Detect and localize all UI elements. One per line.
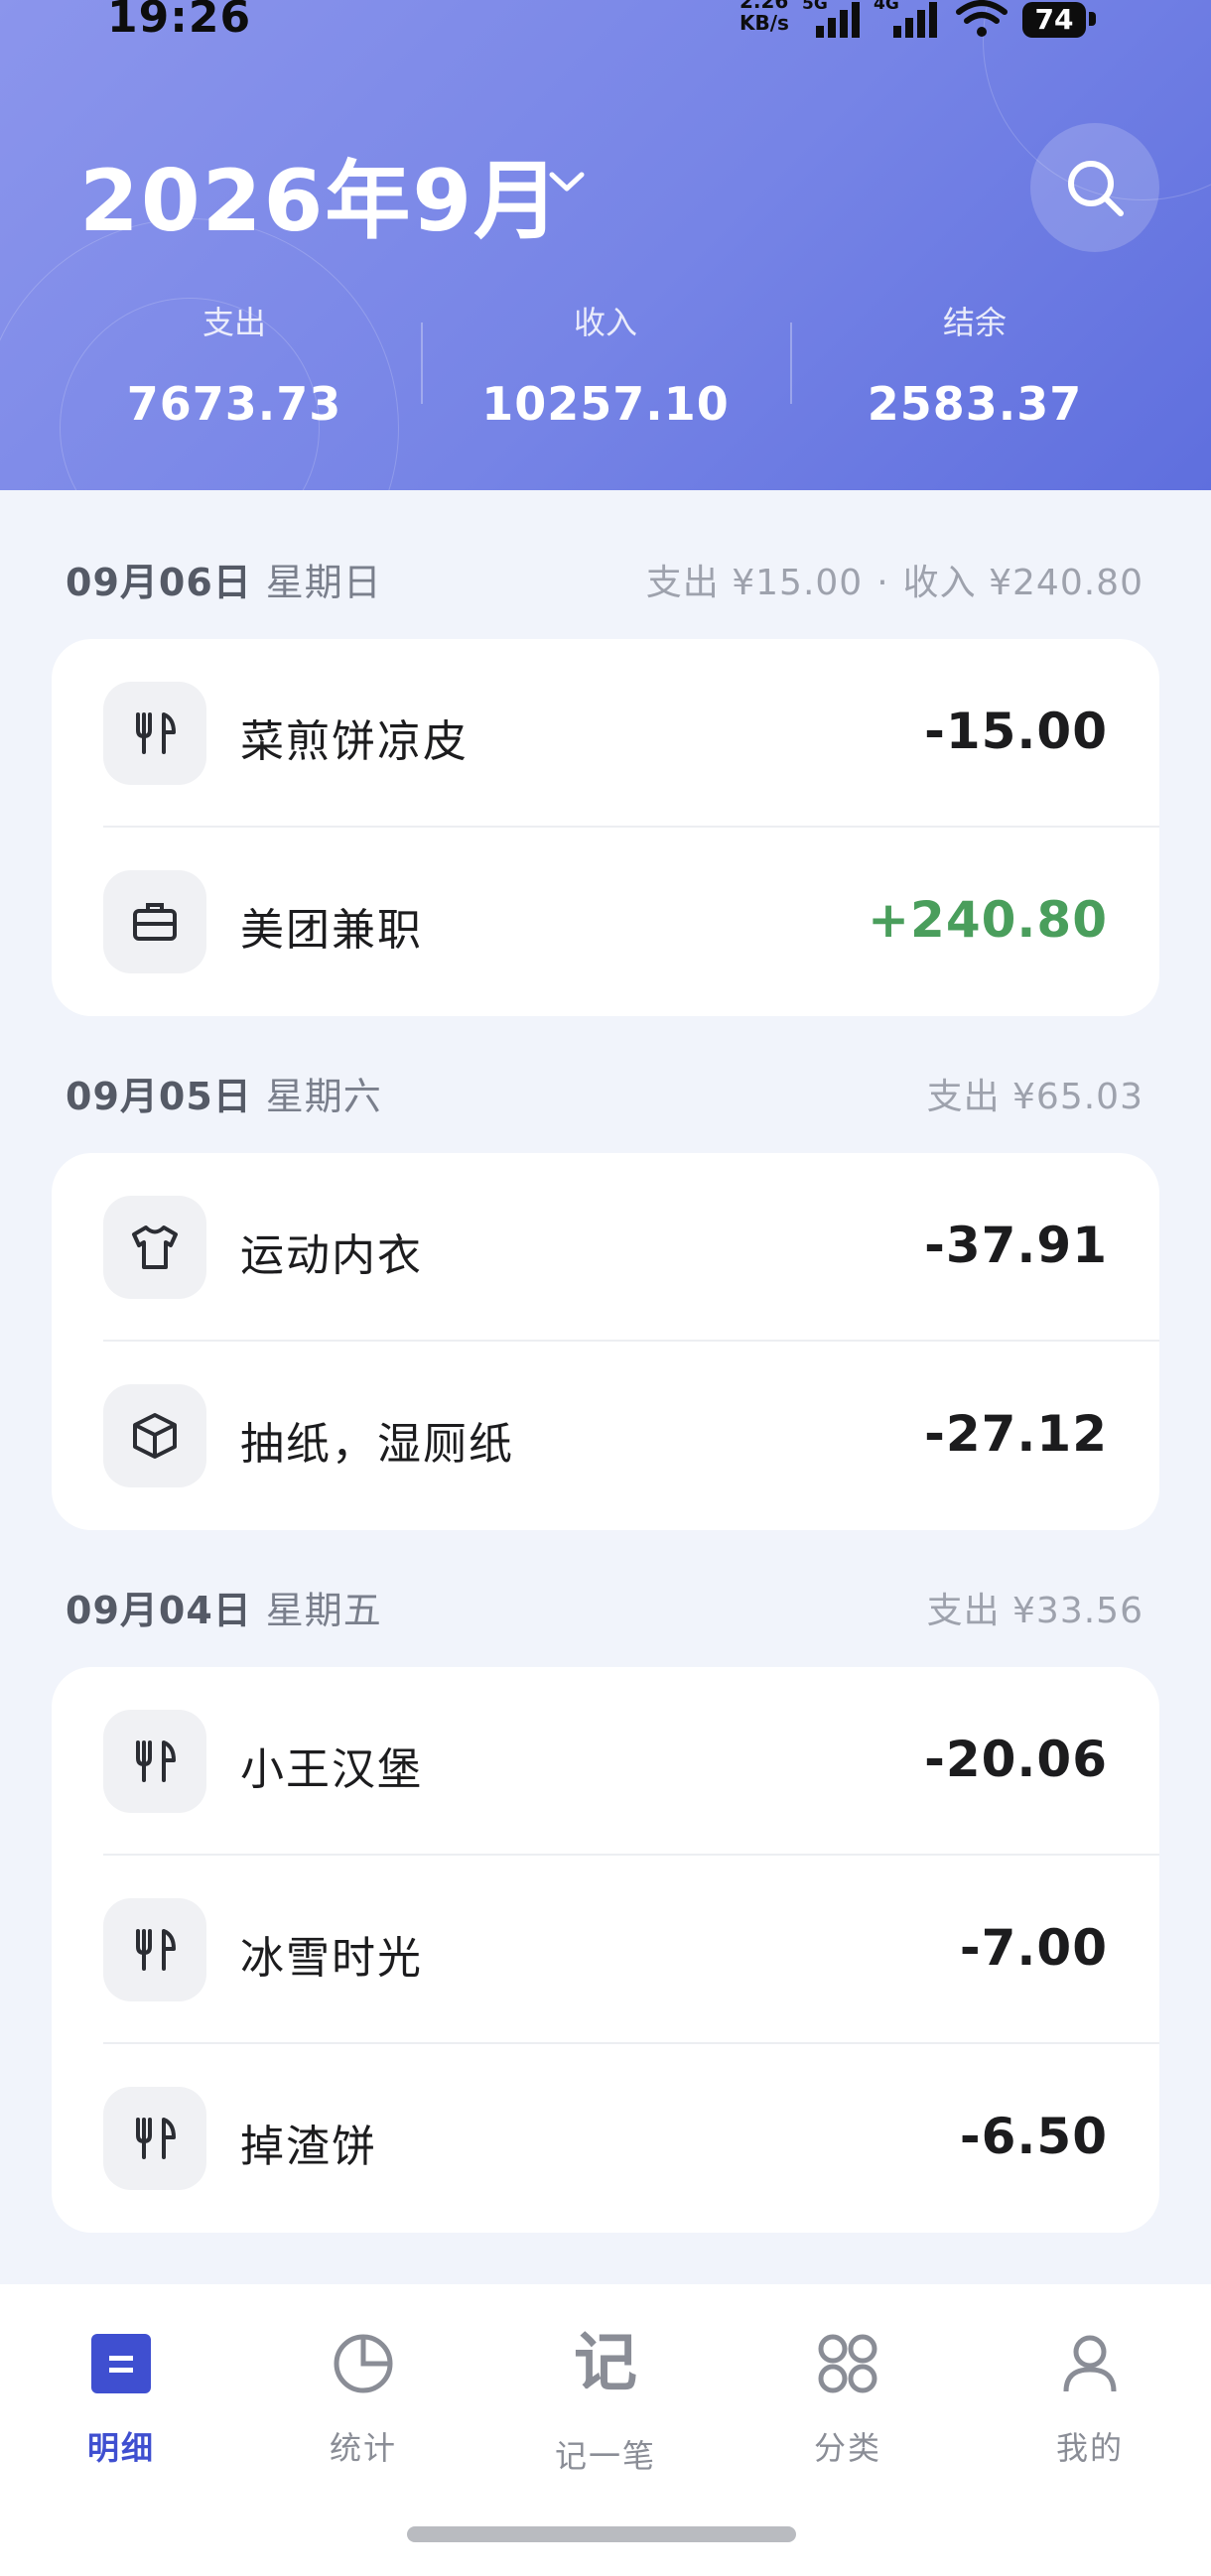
battery-level: 74 <box>1022 2 1086 38</box>
day-header: 09月06日 星期日 支出 ¥15.00 · 收入 ¥240.80 <box>66 552 1144 611</box>
transaction-amount: -20.06 <box>924 1731 1108 1788</box>
transaction-row[interactable]: 菜煎饼凉皮 -15.00 <box>52 639 1159 828</box>
network-speed-unit: KB/s <box>740 11 789 35</box>
tab-label: 分类 <box>813 2429 881 2467</box>
totals-separator: · <box>876 563 889 603</box>
day-header: 09月04日 星期五 支出 ¥33.56 <box>66 1580 1144 1639</box>
transaction-amount: -7.00 <box>959 1919 1108 1977</box>
day-card: 运动内衣 -37.91 抽纸，湿厕纸 -27.12 <box>52 1153 1159 1530</box>
day-date: 09月06日 <box>66 561 252 604</box>
network-speed: 2.26 KB/s <box>740 0 799 34</box>
expense-label: 支出 <box>202 304 266 341</box>
day-date: 09月04日 <box>66 1589 252 1632</box>
search-button[interactable] <box>1030 123 1159 252</box>
tab-label: 记一笔 <box>554 2437 656 2475</box>
tab-profile[interactable]: 我的 <box>991 2324 1189 2483</box>
transaction-name: 掉渣饼 <box>240 2122 377 2172</box>
tab-label: 统计 <box>329 2429 397 2467</box>
tab-statistics[interactable]: 统计 <box>264 2324 463 2483</box>
battery-icon <box>1089 12 1096 26</box>
chevron-down-icon[interactable] <box>544 167 590 196</box>
transaction-amount: -6.50 <box>959 2108 1108 2165</box>
signal-icon <box>893 2 937 38</box>
day-income-total: 收入 ¥240.80 <box>902 563 1144 603</box>
transaction-amount: -27.12 <box>924 1405 1108 1463</box>
expense-summary: 支出 7673.73 <box>85 298 383 431</box>
transaction-name: 运动内衣 <box>240 1230 423 1281</box>
transaction-row[interactable]: 抽纸，湿厕纸 -27.12 <box>52 1342 1159 1530</box>
transaction-amount: -15.00 <box>924 703 1108 760</box>
day-card: 小王汉堡 -20.06 冰雪时光 -7.00 掉渣饼 -6.50 <box>52 1667 1159 2233</box>
day-expense-total: 支出 ¥15.00 <box>645 563 864 603</box>
transaction-row[interactable]: 美团兼职 +240.80 <box>52 828 1159 1016</box>
transaction-name: 美团兼职 <box>240 905 423 956</box>
signal-icon <box>816 2 860 38</box>
transaction-row[interactable]: 小王汉堡 -20.06 <box>52 1667 1159 1856</box>
day-weekday: 星期六 <box>265 1075 382 1118</box>
day-date: 09月05日 <box>66 1075 252 1118</box>
grid-icon <box>818 2334 877 2393</box>
month-summary-header: 19:26 2.26 KB/s 5G 4G 74 2026年9月 支出 7673… <box>0 0 1211 490</box>
shirt-icon <box>132 1225 178 1269</box>
person-icon <box>1063 2335 1117 2392</box>
tab-label: 我的 <box>1055 2429 1124 2467</box>
month-selector[interactable]: 2026年9月 <box>79 131 561 255</box>
tab-record[interactable]: 记 记一笔 <box>506 2324 705 2483</box>
day-header: 09月05日 星期六 支出 ¥65.03 <box>66 1066 1144 1125</box>
income-summary: 收入 10257.10 <box>457 298 754 431</box>
record-icon: 记 <box>574 2327 637 2400</box>
transaction-row[interactable]: 运动内衣 -37.91 <box>52 1153 1159 1342</box>
transaction-amount: -37.91 <box>924 1217 1108 1274</box>
fork-knife-icon <box>136 2118 176 2159</box>
home-indicator[interactable] <box>407 2526 796 2542</box>
divider <box>421 322 423 404</box>
day-expense-total: 支出 ¥33.56 <box>926 1591 1144 1631</box>
search-icon <box>1068 161 1124 216</box>
transaction-row[interactable]: 冰雪时光 -7.00 <box>52 1856 1159 2044</box>
briefcase-icon <box>133 903 177 941</box>
fork-knife-icon <box>136 1929 176 1971</box>
expense-value: 7673.73 <box>126 377 342 431</box>
day-card: 菜煎饼凉皮 -15.00 美团兼职 +240.80 <box>52 639 1159 1016</box>
day-weekday: 星期日 <box>265 561 382 604</box>
transaction-row[interactable]: 掉渣饼 -6.50 <box>52 2044 1159 2233</box>
list-icon <box>91 2334 151 2393</box>
fork-knife-icon <box>136 712 176 754</box>
day-expense-total: 支出 ¥65.03 <box>926 1077 1144 1117</box>
fork-knife-icon <box>136 1740 176 1782</box>
balance-value: 2583.37 <box>867 377 1083 431</box>
box-icon <box>133 1413 177 1459</box>
tab-categories[interactable]: 分类 <box>748 2324 947 2483</box>
day-weekday: 星期五 <box>265 1589 382 1632</box>
divider <box>790 322 792 404</box>
wifi-icon <box>956 0 1008 37</box>
income-value: 10257.10 <box>481 377 730 431</box>
transaction-name: 抽纸，湿厕纸 <box>240 1419 514 1470</box>
tab-details[interactable]: 明细 <box>22 2324 220 2483</box>
transaction-name: 小王汉堡 <box>240 1744 423 1795</box>
balance-label: 结余 <box>942 304 1007 341</box>
balance-summary: 结余 2583.37 <box>826 298 1124 431</box>
status-bar: 19:26 2.26 KB/s 5G 4G 74 <box>0 0 1211 43</box>
transaction-name: 菜煎饼凉皮 <box>240 716 469 767</box>
status-time: 19:26 <box>107 0 252 43</box>
income-label: 收入 <box>573 304 637 341</box>
tab-label: 明细 <box>86 2429 155 2467</box>
transaction-amount: +240.80 <box>868 891 1108 949</box>
transaction-name: 冰雪时光 <box>240 1933 423 1984</box>
pie-chart-icon <box>334 2334 393 2393</box>
